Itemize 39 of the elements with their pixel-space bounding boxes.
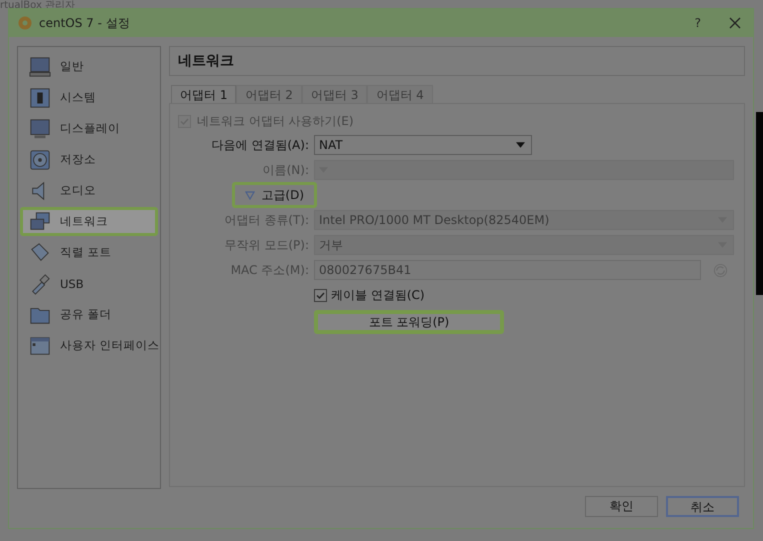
ok-button[interactable]: 확인: [585, 496, 658, 517]
checkbox-label: 네트워크 어댑터 사용하기(E): [197, 112, 354, 130]
sidebar-item[interactable]: 오디오: [20, 176, 158, 205]
field-label: 무작위 모드(P):: [224, 236, 309, 254]
advanced-toggle[interactable]: 고급(D): [232, 182, 317, 208]
sidebar-item[interactable]: 직렬 포트: [20, 238, 158, 267]
page-title: 네트워크: [178, 52, 234, 70]
sidebar-item[interactable]: 저장소: [20, 145, 158, 174]
close-icon[interactable]: [729, 17, 741, 29]
tab[interactable]: 어댑터 3: [302, 85, 368, 103]
monitor-icon: [29, 118, 51, 140]
sidebar-item[interactable]: USB: [20, 269, 158, 298]
sidebar-item[interactable]: 디스플레이: [20, 114, 158, 143]
checkbox[interactable]: [314, 288, 327, 302]
dropdown[interactable]: NAT: [314, 135, 532, 155]
network-icon: [29, 210, 51, 232]
chip-icon: [29, 86, 51, 108]
caret-icon: [516, 142, 525, 148]
monitor-icon: [29, 56, 51, 78]
checkbox-label: 케이블 연결됨(C): [331, 286, 425, 304]
sidebar-item[interactable]: 공유 폴더: [20, 300, 158, 329]
help-button[interactable]: ?: [694, 16, 701, 30]
triangle-icon: [245, 190, 256, 200]
field-label: 다음에 연결됨(A):: [212, 136, 309, 154]
field-label: 이름(N):: [262, 162, 309, 178]
field-label: MAC 주소(M):: [230, 262, 309, 278]
sidebar-item[interactable]: 일반: [20, 52, 158, 81]
sidebar-item[interactable]: 시스템: [20, 83, 158, 112]
tab[interactable]: 어댑터 4: [367, 85, 433, 103]
cancel-button[interactable]: 취소: [666, 496, 739, 517]
window-icon: [29, 334, 51, 356]
tab[interactable]: 어댑터 2: [236, 85, 302, 103]
field-label: 어댑터 종류(T):: [224, 212, 309, 228]
port-forwarding-button[interactable]: 포트 포워딩(P): [314, 310, 504, 334]
usb-icon: [29, 272, 51, 294]
window-title: centOS 7 - 설정: [39, 14, 131, 32]
sidebar-item[interactable]: 네트워크: [20, 207, 158, 236]
tab[interactable]: 어댑터 1: [171, 85, 236, 103]
sidebar-item[interactable]: 사용자 인터페이스: [20, 331, 158, 360]
